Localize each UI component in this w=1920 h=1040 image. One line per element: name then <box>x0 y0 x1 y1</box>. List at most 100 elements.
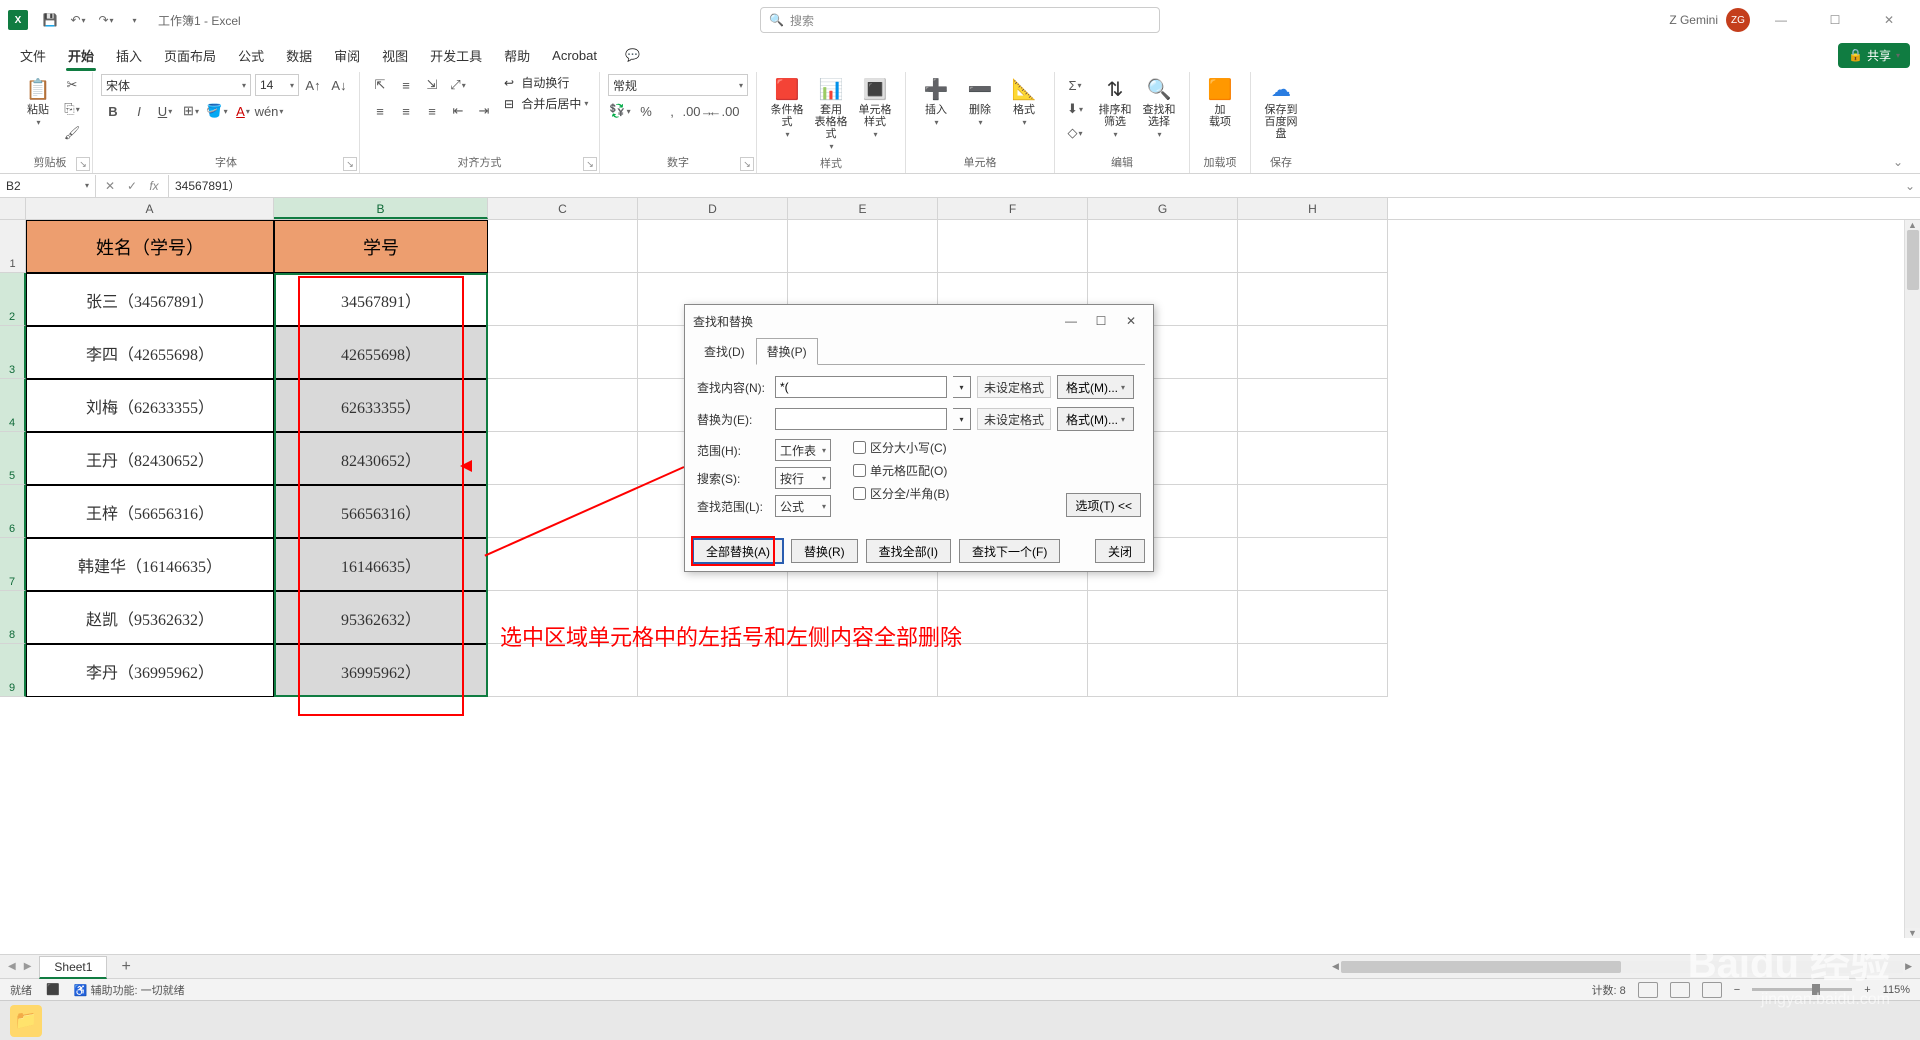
row-header-3[interactable]: 3 <box>0 326 26 379</box>
search-dir-select[interactable]: 按行▾ <box>775 467 831 489</box>
dialog-close-icon[interactable]: ✕ <box>1117 310 1145 332</box>
decrease-decimal-icon[interactable]: ←.00 <box>712 100 736 122</box>
format-as-table-button[interactable]: 📊套用 表格格式▾ <box>809 74 853 153</box>
match-cell-check[interactable]: 单元格匹配(O) <box>853 462 949 479</box>
cell-H6[interactable] <box>1238 485 1388 538</box>
paste-button[interactable]: 📋 粘贴 ▾ <box>16 74 60 129</box>
cell-C2[interactable] <box>488 273 638 326</box>
row-header-6[interactable]: 6 <box>0 485 26 538</box>
italic-icon[interactable]: I <box>127 100 151 122</box>
clipboard-launcher[interactable]: ↘ <box>76 157 90 171</box>
dialog-tab-replace[interactable]: 替换(P) <box>756 338 818 365</box>
user-avatar[interactable]: ZG <box>1726 8 1750 32</box>
number-format-select[interactable]: 常规▾ <box>608 74 748 96</box>
percent-icon[interactable]: % <box>634 100 658 122</box>
cell-B4[interactable]: 62633355） <box>274 379 488 432</box>
cell-H3[interactable] <box>1238 326 1388 379</box>
tab-pagelayout[interactable]: 页面布局 <box>154 41 226 70</box>
cell-A2[interactable]: 张三（34567891） <box>26 273 274 326</box>
cell-G9[interactable] <box>1088 644 1238 697</box>
sheet-tab-1[interactable]: Sheet1 <box>39 956 107 979</box>
col-header-C[interactable]: C <box>488 198 638 219</box>
insert-cells-button[interactable]: ➕插入▾ <box>914 74 958 129</box>
sheet-nav-prev-icon[interactable]: ◀ <box>8 961 16 972</box>
copy-icon[interactable]: ⎘▾ <box>60 98 84 120</box>
enter-formula-icon[interactable]: ✓ <box>122 179 142 193</box>
tab-file[interactable]: 文件 <box>10 41 56 70</box>
row-header-5[interactable]: 5 <box>0 432 26 485</box>
wrap-text-button[interactable]: ↩ 自动换行 <box>504 74 588 91</box>
cell-H2[interactable] <box>1238 273 1388 326</box>
font-launcher[interactable]: ↘ <box>343 157 357 171</box>
find-content-input[interactable] <box>775 376 947 398</box>
match-cell-checkbox[interactable] <box>853 464 866 477</box>
decrease-font-icon[interactable]: A↓ <box>327 74 351 96</box>
cell-A6[interactable]: 王梓（56656316） <box>26 485 274 538</box>
col-header-G[interactable]: G <box>1088 198 1238 219</box>
tab-view[interactable]: 视图 <box>372 41 418 70</box>
cell-B5[interactable]: 82430652） <box>274 432 488 485</box>
row-header-9[interactable]: 9 <box>0 644 26 697</box>
find-format-button[interactable]: 格式(M)...▾ <box>1057 375 1134 399</box>
match-case-check[interactable]: 区分大小写(C) <box>853 439 949 456</box>
cell-B8[interactable]: 95362632） <box>274 591 488 644</box>
cell-E1[interactable] <box>788 220 938 273</box>
cell-B2[interactable]: 34567891） <box>274 273 488 326</box>
dialog-minimize-icon[interactable]: ― <box>1057 310 1085 332</box>
cell-B3[interactable]: 42655698） <box>274 326 488 379</box>
fill-color-icon[interactable]: 🪣▾ <box>205 100 229 122</box>
find-all-button[interactable]: 查找全部(I) <box>866 539 951 563</box>
cell-D1[interactable] <box>638 220 788 273</box>
macro-record-icon[interactable]: ⬛ <box>46 983 60 996</box>
sheet-nav-next-icon[interactable]: ▶ <box>24 961 32 972</box>
tab-data[interactable]: 数据 <box>276 41 322 70</box>
border-icon[interactable]: ⊞▾ <box>179 100 203 122</box>
cell-H5[interactable] <box>1238 432 1388 485</box>
baidu-save-button[interactable]: ☁保存到 百度网盘 <box>1259 74 1303 142</box>
cell-C3[interactable] <box>488 326 638 379</box>
cell-A8[interactable]: 赵凯（95362632） <box>26 591 274 644</box>
tab-insert[interactable]: 插入 <box>106 41 152 70</box>
dialog-tab-find[interactable]: 查找(D) <box>693 338 756 365</box>
find-next-button[interactable]: 查找下一个(F) <box>959 539 1060 563</box>
tab-developer[interactable]: 开发工具 <box>420 41 492 70</box>
cell-G8[interactable] <box>1088 591 1238 644</box>
align-center-icon[interactable]: ≡ <box>394 100 418 122</box>
cell-C1[interactable] <box>488 220 638 273</box>
share-button[interactable]: 🔒 共享 ▾ <box>1838 43 1910 68</box>
replace-format-button[interactable]: 格式(M)...▾ <box>1057 407 1134 431</box>
col-header-H[interactable]: H <box>1238 198 1388 219</box>
cell-A7[interactable]: 韩建华（16146635） <box>26 538 274 591</box>
replace-with-input[interactable] <box>775 408 947 430</box>
accessibility-status[interactable]: ♿ 辅助功能: 一切就绪 <box>74 982 185 998</box>
scope-select[interactable]: 工作表▾ <box>775 439 831 461</box>
redo-icon[interactable]: ↷▾ <box>94 8 118 32</box>
phonetic-icon[interactable]: wén▾ <box>257 100 281 122</box>
cell-F1[interactable] <box>938 220 1088 273</box>
font-size-select[interactable]: 14▾ <box>255 74 299 96</box>
cell-H1[interactable] <box>1238 220 1388 273</box>
dialog-maximize-icon[interactable]: ☐ <box>1087 310 1115 332</box>
cell-A5[interactable]: 王丹（82430652） <box>26 432 274 485</box>
cell-H8[interactable] <box>1238 591 1388 644</box>
user-name[interactable]: Z Gemini <box>1669 13 1718 27</box>
lookin-select[interactable]: 公式▾ <box>775 495 831 517</box>
cell-B6[interactable]: 56656316） <box>274 485 488 538</box>
alignment-launcher[interactable]: ↘ <box>583 157 597 171</box>
col-header-F[interactable]: F <box>938 198 1088 219</box>
format-painter-icon[interactable]: 🖌 <box>60 122 84 144</box>
cell-C5[interactable] <box>488 432 638 485</box>
number-launcher[interactable]: ↘ <box>740 157 754 171</box>
cell-A3[interactable]: 李四（42655698） <box>26 326 274 379</box>
font-name-select[interactable]: 宋体▾ <box>101 74 251 96</box>
col-header-A[interactable]: A <box>26 198 274 219</box>
align-right-icon[interactable]: ≡ <box>420 100 444 122</box>
row-header-4[interactable]: 4 <box>0 379 26 432</box>
find-select-button[interactable]: 🔍查找和选择▾ <box>1137 74 1181 141</box>
orientation-icon[interactable]: ⤢▾ <box>446 74 470 96</box>
format-cells-button[interactable]: 📐格式▾ <box>1002 74 1046 129</box>
cell-H7[interactable] <box>1238 538 1388 591</box>
sort-filter-button[interactable]: ⇅排序和筛选▾ <box>1093 74 1137 141</box>
search-box[interactable]: 🔍 搜索 <box>760 7 1160 33</box>
taskbar-app-icon[interactable]: 📁 <box>10 1005 42 1037</box>
